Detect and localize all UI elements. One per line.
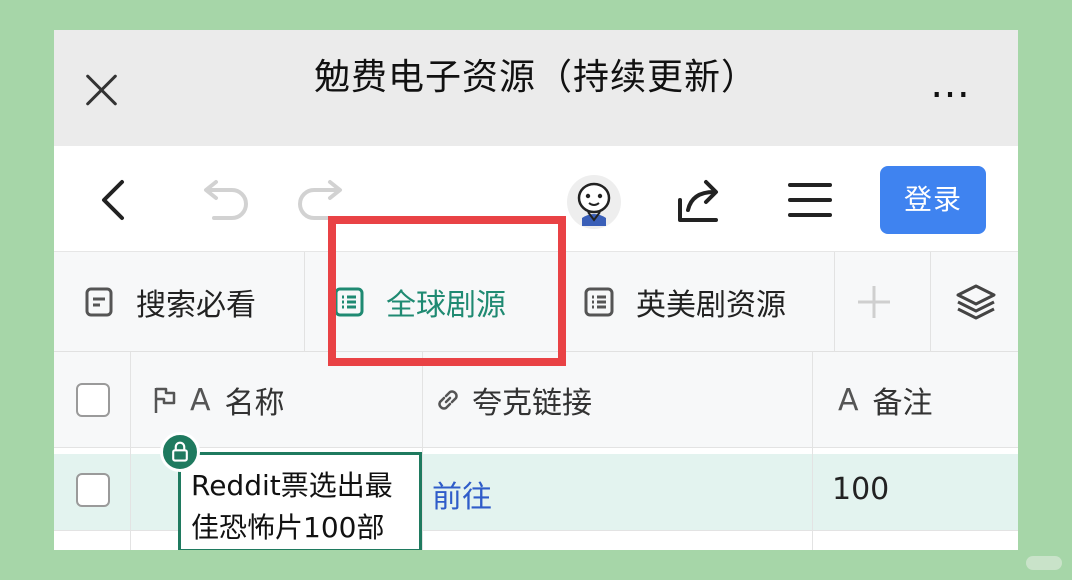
layers-icon[interactable] bbox=[954, 282, 998, 322]
column-label: 夸克链接 bbox=[472, 386, 592, 421]
highlight-box bbox=[328, 216, 566, 366]
data-table: A 名称 夸克链接 A 备注 Reddit票选出最佳恐怖片100部 前往 100 bbox=[54, 352, 1018, 550]
undo-icon[interactable] bbox=[194, 176, 254, 226]
divider bbox=[930, 252, 931, 352]
lock-icon bbox=[160, 432, 200, 472]
flag-icon bbox=[154, 387, 176, 413]
column-header-link[interactable]: 夸克链接 bbox=[434, 352, 592, 448]
divider bbox=[834, 252, 835, 352]
page-title: 勉费电子资源（持续更新） bbox=[313, 57, 758, 98]
doc-icon bbox=[85, 287, 113, 317]
link-icon bbox=[438, 390, 458, 410]
divider bbox=[304, 252, 305, 352]
share-icon[interactable] bbox=[674, 176, 726, 226]
note-cell: 100 bbox=[832, 472, 890, 507]
column-label: 名称 bbox=[224, 386, 285, 421]
column-divider bbox=[422, 352, 423, 550]
add-icon[interactable] bbox=[854, 282, 894, 322]
table-header: A 名称 夸克链接 A 备注 bbox=[54, 352, 1018, 448]
back-arrow-icon[interactable] bbox=[94, 178, 134, 222]
name-cell[interactable]: Reddit票选出最佳恐怖片100部 bbox=[178, 452, 422, 550]
link-cell[interactable]: 前往 bbox=[432, 472, 492, 516]
login-button[interactable]: 登录 bbox=[880, 166, 986, 234]
avatar[interactable] bbox=[566, 174, 622, 230]
select-all-checkbox[interactable] bbox=[76, 383, 110, 417]
row-checkbox[interactable] bbox=[76, 473, 110, 507]
tab-us-uk-drama[interactable]: 英美剧资源 bbox=[584, 252, 786, 352]
text-type-icon: A bbox=[838, 382, 859, 418]
app-window: 勉费电子资源（持续更新） … 登录 搜索必看 全球剧源 英美剧资源 A 名称 夸… bbox=[54, 30, 1018, 550]
title-bar: 勉费电子资源（持续更新） … bbox=[54, 30, 1018, 146]
column-divider bbox=[812, 352, 813, 550]
tab-label: 英美剧资源 bbox=[636, 288, 786, 323]
tab-search-guide[interactable]: 搜索必看 bbox=[84, 252, 256, 352]
text-type-icon: A bbox=[190, 382, 211, 418]
more-options-button[interactable]: … bbox=[930, 64, 990, 104]
column-header-note[interactable]: A 备注 bbox=[838, 352, 933, 448]
column-divider bbox=[130, 352, 131, 550]
table-list-icon bbox=[584, 287, 614, 317]
tab-label: 搜索必看 bbox=[136, 288, 256, 323]
home-indicator bbox=[1026, 556, 1062, 570]
column-label: 备注 bbox=[872, 386, 933, 421]
menu-icon[interactable] bbox=[786, 180, 834, 220]
